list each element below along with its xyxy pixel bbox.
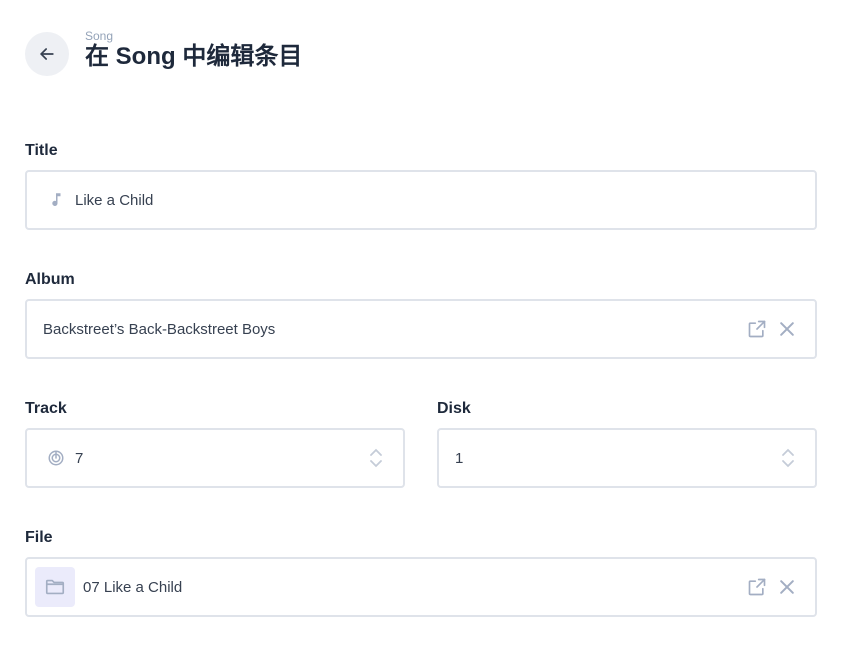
track-label: Track	[25, 400, 67, 417]
music-note-icon	[47, 191, 65, 209]
back-button[interactable]	[25, 32, 69, 76]
chevron-up-icon[interactable]	[369, 447, 383, 457]
chevron-down-icon[interactable]	[369, 459, 383, 469]
page-title: 在 Song 中编辑条目	[85, 43, 303, 70]
disk-label: Disk	[437, 400, 471, 417]
track-stepper[interactable]	[369, 447, 383, 469]
track-value[interactable]: 7	[75, 450, 83, 467]
page-header: Song 在 Song 中编辑条目	[25, 28, 302, 80]
folder-icon	[45, 579, 65, 595]
title-field[interactable]: Like a Child	[25, 170, 817, 230]
external-link-icon[interactable]	[747, 577, 767, 597]
folder-icon-box	[35, 567, 75, 607]
arrow-left-icon	[40, 48, 54, 60]
album-field[interactable]: Backstreet’s Back-Backstreet Boys	[25, 299, 817, 359]
file-field[interactable]: 07 Like a Child	[25, 557, 817, 617]
track-field[interactable]: 7	[25, 428, 405, 488]
breadcrumb[interactable]: Song	[85, 29, 302, 43]
chevron-down-icon[interactable]	[781, 459, 795, 469]
close-icon[interactable]	[777, 577, 797, 597]
disk-stepper[interactable]	[781, 447, 795, 469]
title-label: Title	[25, 142, 58, 159]
chevron-up-icon[interactable]	[781, 447, 795, 457]
disk-value[interactable]: 1	[455, 450, 463, 467]
album-label: Album	[25, 271, 75, 288]
title-value[interactable]: Like a Child	[75, 192, 153, 209]
external-link-icon[interactable]	[747, 319, 767, 339]
disk-field[interactable]: 1	[437, 428, 817, 488]
file-value: 07 Like a Child	[83, 578, 183, 596]
close-icon[interactable]	[777, 319, 797, 339]
album-value: Backstreet’s Back-Backstreet Boys	[43, 320, 276, 338]
radar-icon	[47, 449, 65, 467]
file-label: File	[25, 529, 53, 546]
